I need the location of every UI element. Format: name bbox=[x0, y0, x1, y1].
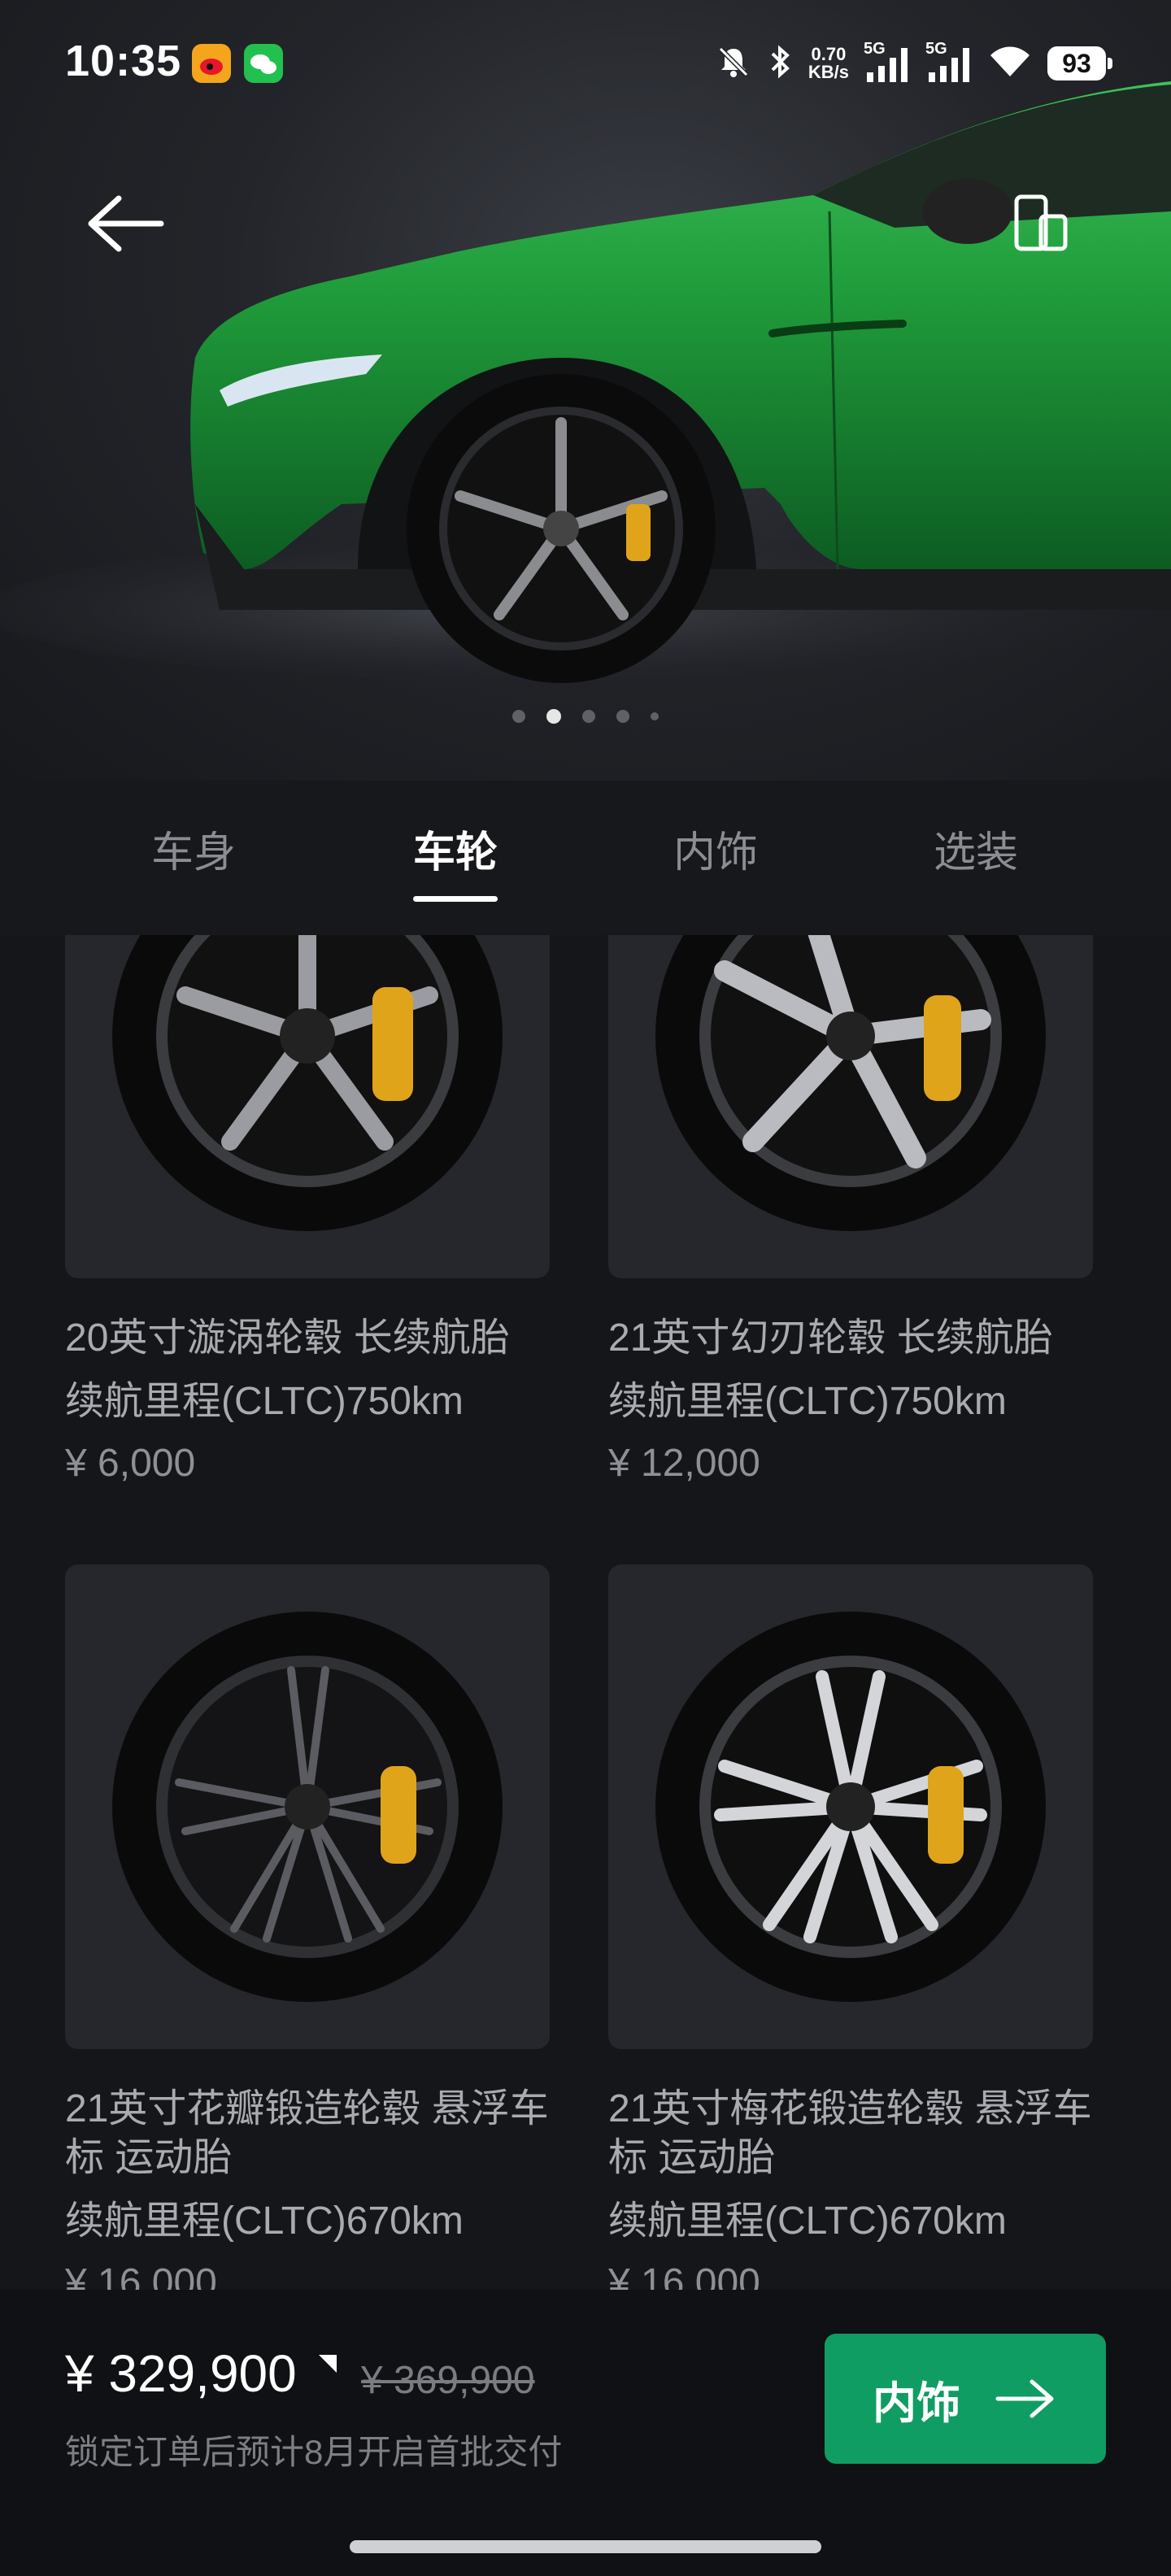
tab-interior[interactable]: 内饰 bbox=[634, 818, 797, 879]
carousel-dot-active[interactable] bbox=[546, 709, 561, 724]
weibo-icon bbox=[192, 44, 231, 83]
phone-device-icon bbox=[1014, 194, 1068, 251]
car-image bbox=[0, 81, 1171, 683]
wheel-option-card[interactable]: 21英寸花瓣锻造轮毂 悬浮车标 运动胎 续航里程(CLTC)670km ¥ 16… bbox=[65, 1564, 550, 2290]
arrow-right-icon bbox=[995, 2379, 1054, 2418]
wheel-image bbox=[65, 1564, 550, 2049]
wheel-option-card[interactable]: 20英寸漩涡轮毂 长续航胎 续航里程(CLTC)750km ¥ 6,000 bbox=[65, 935, 550, 1488]
wheel-price: ¥ 6,000 bbox=[65, 1442, 196, 1485]
signal-icon: 5G bbox=[925, 40, 973, 84]
wheel-image bbox=[65, 935, 550, 1278]
tab-active-indicator bbox=[413, 896, 498, 902]
device-switch-button[interactable] bbox=[1008, 192, 1073, 257]
wheel-image bbox=[608, 935, 1093, 1278]
wheel-price: ¥ 16,000 bbox=[608, 2261, 760, 2290]
wheel-title: 21英寸花瓣锻造轮毂 悬浮车标 运动胎 bbox=[65, 2087, 549, 2179]
wheel-option-card[interactable]: 21英寸梅花锻造轮毂 悬浮车标 运动胎 续航里程(CLTC)670km ¥ 16… bbox=[608, 1564, 1093, 2290]
wheel-title: 21英寸幻刃轮毂 长续航胎 bbox=[608, 1316, 1053, 1360]
status-bar: 10:35 0.70 KB/s 5G 5G 93 bbox=[0, 0, 1171, 122]
mute-bell-icon bbox=[716, 44, 751, 84]
carousel-dot[interactable] bbox=[582, 710, 595, 723]
signal-label: 5G bbox=[925, 40, 947, 58]
wheel-options-list[interactable]: 20英寸漩涡轮毂 长续航胎 续航里程(CLTC)750km ¥ 6,000 21… bbox=[0, 935, 1171, 2290]
carousel-indicator bbox=[0, 709, 1171, 724]
order-summary-bar: ¥ 329,900 ¥ 369,900 锁定订单后预计8月开启首批交付 内饰 bbox=[0, 2290, 1171, 2576]
status-time: 10:35 bbox=[65, 37, 182, 85]
signal-label: 5G bbox=[864, 40, 886, 58]
arrow-left-icon bbox=[88, 195, 164, 252]
current-price: ¥ 329,900 bbox=[65, 2344, 297, 2403]
wifi-icon bbox=[987, 44, 1033, 84]
back-button[interactable] bbox=[81, 187, 171, 260]
wheel-range: 续航里程(CLTC)750km bbox=[608, 1380, 1007, 1423]
config-tabs: 车身 车轮 内饰 选装 bbox=[0, 781, 1171, 935]
next-step-label: 内饰 bbox=[873, 2378, 960, 2428]
next-step-button[interactable]: 内饰 bbox=[825, 2334, 1106, 2464]
wheel-range: 续航里程(CLTC)670km bbox=[608, 2200, 1007, 2243]
net-speed-value: 0.70 bbox=[811, 44, 847, 64]
wheel-range: 续航里程(CLTC)750km bbox=[65, 1380, 464, 1423]
battery-icon: 93 bbox=[1047, 46, 1112, 80]
tab-options[interactable]: 选装 bbox=[895, 818, 1057, 879]
hero-banner: 10:35 0.70 KB/s 5G 5G 93 bbox=[0, 0, 1171, 781]
signal-icon: 5G bbox=[864, 40, 911, 84]
carousel-dot[interactable] bbox=[651, 712, 659, 720]
original-price: ¥ 369,900 bbox=[361, 2359, 535, 2402]
net-speed: 0.70 KB/s bbox=[808, 46, 849, 81]
carousel-dot[interactable] bbox=[512, 710, 525, 723]
net-speed-unit: KB/s bbox=[808, 62, 849, 82]
wheel-price: ¥ 12,000 bbox=[608, 1442, 760, 1485]
wechat-icon bbox=[244, 44, 283, 83]
tab-wheels[interactable]: 车轮 bbox=[374, 818, 537, 879]
wheel-image bbox=[608, 1564, 1093, 2049]
tab-body[interactable]: 车身 bbox=[112, 818, 275, 879]
wheel-title: 21英寸梅花锻造轮毂 悬浮车标 运动胎 bbox=[608, 2087, 1092, 2179]
carousel-dot[interactable] bbox=[616, 710, 629, 723]
wheel-range: 续航里程(CLTC)670km bbox=[65, 2200, 464, 2243]
home-indicator[interactable] bbox=[350, 2540, 821, 2553]
wheel-option-card[interactable]: 21英寸幻刃轮毂 长续航胎 续航里程(CLTC)750km ¥ 12,000 bbox=[608, 935, 1093, 1488]
delivery-note: 锁定订单后预计8月开启首批交付 bbox=[65, 2433, 563, 2471]
bluetooth-icon bbox=[766, 44, 794, 84]
wheel-title: 20英寸漩涡轮毂 长续航胎 bbox=[65, 1316, 510, 1360]
wheel-price: ¥ 16,000 bbox=[65, 2261, 217, 2290]
price-detail-icon[interactable] bbox=[319, 2355, 337, 2373]
